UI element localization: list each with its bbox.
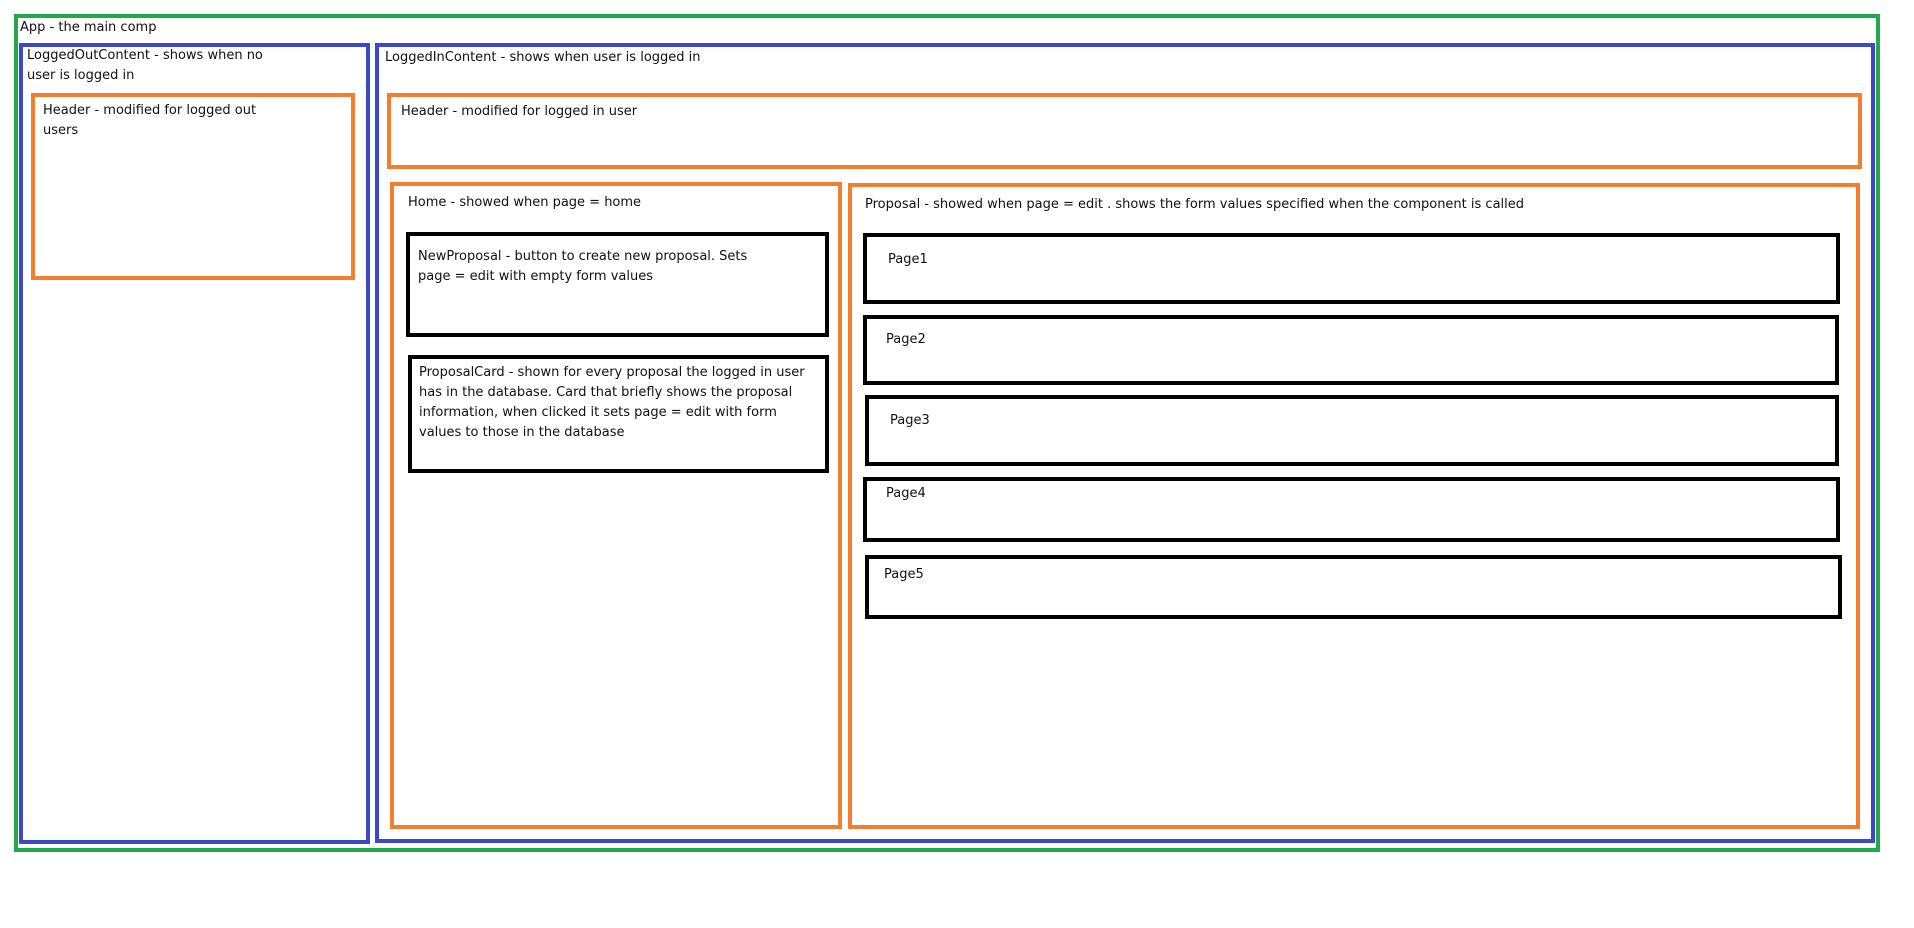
- page2-label: Page2: [886, 332, 926, 347]
- page4-label: Page4: [886, 486, 926, 501]
- app-label: App - the main comp: [20, 20, 157, 35]
- page4-box: [863, 477, 1840, 542]
- page2-box: [863, 315, 1839, 385]
- page3-label: Page3: [890, 413, 930, 428]
- home-label: Home - showed when page = home: [408, 195, 642, 210]
- logged-out-content-label: LoggedOutContent - shows when no user is…: [27, 48, 263, 83]
- page1-label: Page1: [888, 252, 928, 267]
- page3-box: [865, 395, 1839, 466]
- proposal-card-label: ProposalCard - shown for every proposal …: [419, 365, 805, 440]
- page5-label: Page5: [884, 567, 924, 582]
- logged-out-header-label: Header - modified for logged out users: [43, 103, 257, 138]
- proposal-label: Proposal - showed when page = edit . sho…: [865, 197, 1525, 212]
- new-proposal-label: NewProposal - button to create new propo…: [418, 249, 748, 284]
- page5-box: [865, 555, 1842, 619]
- logged-in-header-label: Header - modified for logged in user: [401, 104, 638, 119]
- page1-box: [863, 233, 1840, 304]
- logged-in-content-label: LoggedInContent - shows when user is log…: [385, 50, 701, 65]
